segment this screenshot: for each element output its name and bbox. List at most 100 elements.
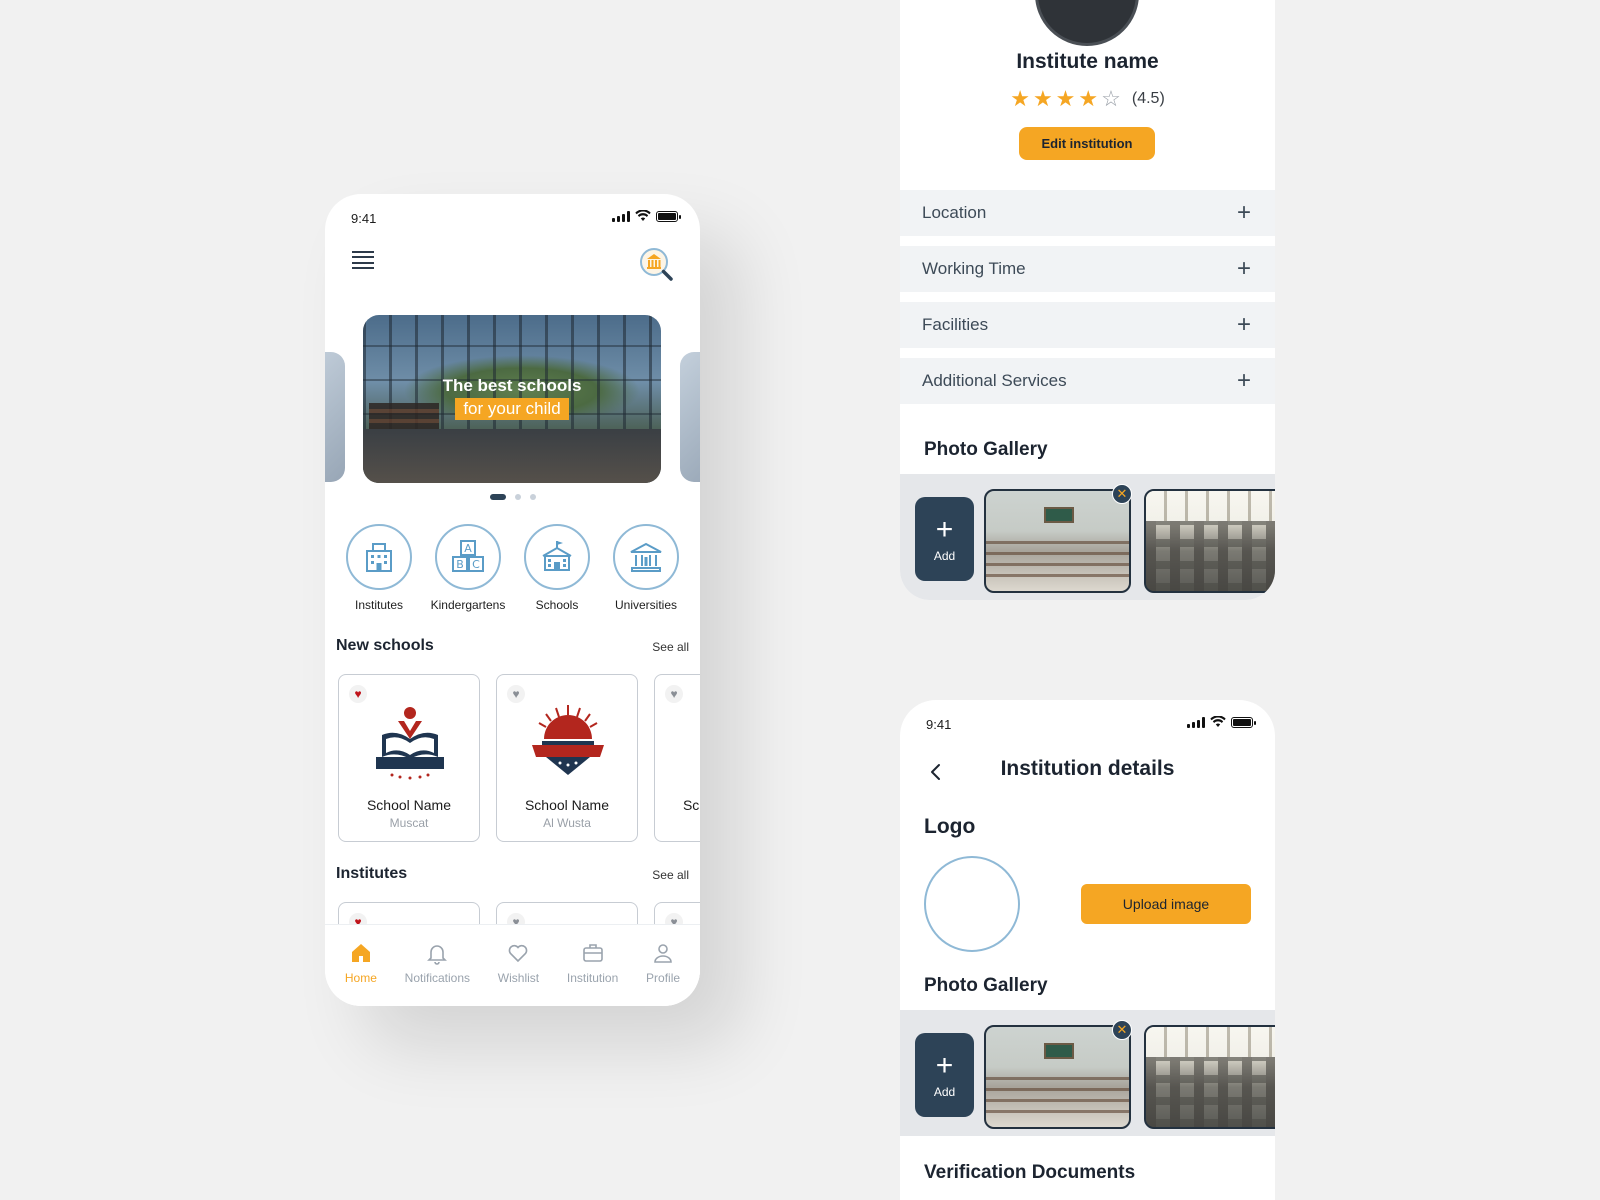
gallery-photo[interactable]	[1144, 1025, 1275, 1129]
category-kindergartens[interactable]: ABC Kindergartens	[424, 524, 512, 612]
star-filled-icon: ★	[1055, 86, 1076, 111]
new-schools-list: ♥ School Name Muscat ♥ School Name Al Wu…	[338, 674, 700, 842]
tab-label: Home	[344, 971, 377, 985]
accordion-label: Facilities	[922, 315, 989, 334]
category-label: Institutes	[354, 598, 404, 612]
school-emblem-logo	[684, 699, 700, 783]
remove-photo-icon[interactable]: ✕	[1112, 1020, 1132, 1040]
building-icon	[346, 524, 412, 590]
banner-subline: for your child	[455, 398, 569, 420]
photo-gallery-heading: Photo Gallery	[924, 975, 1048, 996]
battery-icon	[656, 210, 681, 222]
school-name: School Name	[366, 797, 452, 813]
school-card[interactable]: ♥ School Name Muscat	[338, 674, 480, 842]
accordion-additional-services[interactable]: Additional Services +	[900, 358, 1275, 404]
school-card[interactable]: ♥ School Name Al Wusta	[496, 674, 638, 842]
tab-notifications[interactable]: Notifications	[405, 941, 470, 1006]
school-name: School Name	[682, 797, 700, 813]
rating-value: (4.5)	[1131, 90, 1165, 107]
institution-profile-screen: Institute name ★ ★ ★ ★ ☆ (4.5) Edit inst…	[900, 0, 1275, 600]
gallery-photo[interactable]	[984, 1025, 1131, 1129]
bottom-tab-bar: Home Notifications Wishlist Institution …	[325, 924, 700, 1006]
favorite-heart-icon[interactable]: ♥	[507, 685, 525, 703]
star-filled-icon: ★	[1010, 86, 1030, 111]
institutes-heading: Institutes	[336, 865, 408, 882]
status-time: 9:41	[351, 211, 377, 226]
svg-text:A: A	[464, 542, 472, 555]
banner-headline: The best schools	[442, 376, 582, 395]
svg-text:C: C	[472, 558, 480, 571]
favorite-heart-icon[interactable]: ♥	[665, 685, 683, 703]
accordion-location[interactable]: Location +	[900, 190, 1275, 236]
star-empty-icon: ☆	[1101, 86, 1121, 111]
banner-prev-peek[interactable]	[325, 352, 345, 482]
upload-image-button[interactable]: Upload image	[1081, 884, 1251, 924]
new-schools-heading: New schools	[336, 637, 434, 654]
wifi-icon	[1210, 716, 1226, 727]
tab-institution[interactable]: Institution	[567, 941, 618, 1006]
plus-icon: +	[1236, 199, 1251, 226]
abc-blocks-icon: ABC	[435, 524, 501, 590]
status-bar: 9:41	[325, 208, 700, 228]
category-label: Universities	[614, 598, 677, 612]
logo-placeholder[interactable]	[924, 856, 1020, 952]
bell-icon	[427, 945, 448, 965]
add-photo-button[interactable]: + Add	[915, 497, 974, 581]
tab-home[interactable]: Home	[345, 941, 377, 1006]
signal-icon	[1187, 716, 1205, 728]
briefcase-icon	[582, 944, 603, 962]
accordion-label: Additional Services	[922, 371, 1067, 390]
university-emblem-logo	[376, 707, 444, 780]
school-city: Al Wusta	[543, 816, 591, 830]
search-institution-icon[interactable]	[638, 246, 674, 282]
add-photo-button[interactable]: + Add	[915, 1033, 974, 1117]
university-icon	[613, 524, 679, 590]
star-filled-icon: ★	[1078, 86, 1099, 111]
logo-heading: Logo	[924, 815, 976, 838]
category-institutes[interactable]: Institutes	[335, 524, 423, 612]
school-city: Muscat	[389, 816, 429, 830]
institution-name: Institute name	[1016, 50, 1159, 73]
signal-icon	[612, 210, 630, 222]
category-label: Schools	[535, 598, 579, 612]
wifi-icon	[635, 210, 651, 221]
gallery-photo[interactable]	[984, 489, 1131, 593]
accordion-working-time[interactable]: Working Time +	[900, 246, 1275, 292]
svg-text:B: B	[456, 558, 464, 571]
category-schools[interactable]: Schools	[513, 524, 601, 612]
new-schools-see-all-link[interactable]: See all	[652, 640, 689, 654]
accordion-label: Working Time	[922, 259, 1026, 278]
school-name: School Name	[524, 797, 610, 813]
status-bar: 9:41	[900, 714, 1275, 734]
tab-wishlist[interactable]: Wishlist	[498, 941, 539, 1006]
college-emblem-logo	[532, 705, 604, 775]
tab-profile[interactable]: Profile	[646, 941, 680, 1006]
battery-icon	[1231, 716, 1256, 728]
edit-institution-button[interactable]: Edit institution	[1019, 127, 1155, 160]
hamburger-menu-icon[interactable]	[352, 251, 374, 269]
institutes-see-all-link[interactable]: See all	[652, 868, 689, 882]
tab-label: Wishlist	[497, 971, 540, 985]
heart-icon	[509, 944, 528, 963]
status-time: 9:41	[926, 717, 952, 732]
plus-icon: +	[1236, 255, 1251, 282]
tab-label: Institution	[566, 971, 619, 985]
home-screen: 9:41 The best schools for your child Ins…	[325, 194, 700, 1006]
carousel-dots[interactable]	[325, 494, 700, 500]
remove-photo-icon[interactable]: ✕	[1112, 484, 1132, 504]
banner-next-peek[interactable]	[680, 352, 700, 482]
favorite-heart-icon[interactable]: ♥	[349, 685, 367, 703]
institution-details-screen: 9:41 Institution details Logo Upload ima…	[900, 700, 1275, 1200]
category-universities[interactable]: Universities	[602, 524, 690, 612]
tab-label: Notifications	[404, 971, 471, 985]
page-title: Institution details	[1000, 757, 1175, 780]
star-filled-icon: ★	[1032, 86, 1053, 111]
plus-icon: +	[935, 1049, 954, 1082]
promo-banner[interactable]: The best schools for your child	[363, 315, 661, 483]
gallery-photo[interactable]	[1144, 489, 1275, 593]
category-label: Kindergartens	[430, 598, 506, 612]
school-card[interactable]: ♥ School Name	[654, 674, 700, 842]
photo-gallery: + Add ✕	[900, 1010, 1275, 1136]
plus-icon: +	[1236, 367, 1251, 394]
accordion-facilities[interactable]: Facilities +	[900, 302, 1275, 348]
